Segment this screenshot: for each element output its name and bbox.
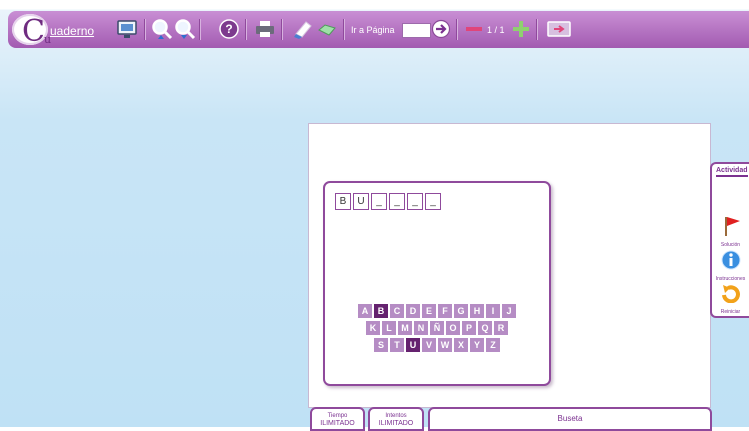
letter-key[interactable]: Z <box>486 338 500 352</box>
letter-key[interactable]: S <box>374 338 388 352</box>
word-cells: B U _ _ _ _ <box>335 193 443 210</box>
page-number-input[interactable] <box>402 23 431 38</box>
restart-arrow-icon <box>721 285 740 304</box>
zoom-in-icon[interactable] <box>151 18 173 40</box>
logo-text[interactable]: uaderno <box>50 24 94 38</box>
svg-text:?: ? <box>225 22 232 36</box>
letter-key[interactable]: I <box>486 304 500 318</box>
activity-panel: Actividad Solución Instrucciones Reinici… <box>710 162 749 318</box>
letter-key[interactable]: X <box>454 338 468 352</box>
keyboard-row: STUVWXYZ <box>325 338 549 352</box>
letter-key[interactable]: V <box>422 338 436 352</box>
info-icon <box>721 250 740 270</box>
full-screen-icon[interactable] <box>546 18 572 40</box>
keyboard-row: KLMNÑOPQR <box>325 321 549 335</box>
cuadernia-logo: Cu <box>12 14 51 49</box>
go-to-page-label: Ir a Página <box>351 25 395 35</box>
letter-key[interactable]: A <box>358 304 372 318</box>
zoom-out-icon[interactable] <box>174 18 196 40</box>
letter-key[interactable]: B <box>374 304 388 318</box>
letter-key[interactable]: C <box>390 304 404 318</box>
letter-keyboard: ABCDEFGHIJ KLMNÑOPQR STUVWXYZ <box>325 304 549 355</box>
letter-key[interactable]: E <box>422 304 436 318</box>
keyboard-row: ABCDEFGHIJ <box>325 304 549 318</box>
letter-key[interactable]: O <box>446 321 460 335</box>
word-cell: U <box>353 193 369 210</box>
letter-key[interactable]: P <box>462 321 476 335</box>
letter-key[interactable]: G <box>454 304 468 318</box>
word-cell: _ <box>425 193 441 210</box>
time-label: Tiempo <box>327 413 348 419</box>
page-count: 1 / 1 <box>487 25 505 35</box>
instructions-label: Instrucciones <box>715 276 746 282</box>
word-cell: _ <box>389 193 405 210</box>
letter-key[interactable]: Q <box>478 321 492 335</box>
plus-icon[interactable] <box>510 18 532 40</box>
solution-button[interactable]: Solución <box>712 216 749 248</box>
time-box: Tiempo ILIMITADO <box>310 407 365 431</box>
letter-key[interactable]: H <box>470 304 484 318</box>
restart-button[interactable]: Reiniciar <box>712 283 749 315</box>
letter-key[interactable]: Ñ <box>430 321 444 335</box>
letter-key[interactable]: M <box>398 321 412 335</box>
letter-key[interactable]: D <box>406 304 420 318</box>
word-cell: _ <box>407 193 423 210</box>
help-icon[interactable]: ? <box>218 18 240 40</box>
hangman-game-box: B U _ _ _ _ ABCDEFGHIJKLMNÑOPQRSTUVWXYZ <box>323 181 551 386</box>
letter-key[interactable]: R <box>494 321 508 335</box>
minus-icon[interactable] <box>463 18 485 40</box>
game-title-box: Buseta <box>428 407 712 431</box>
restart-label: Reiniciar <box>720 309 741 315</box>
letter-key[interactable]: Y <box>470 338 484 352</box>
flag-icon <box>724 217 740 236</box>
word-cell: _ <box>371 193 387 210</box>
solution-label: Solución <box>720 242 741 248</box>
go-arrow-icon[interactable] <box>430 18 452 40</box>
letter-key[interactable]: J <box>502 304 516 318</box>
letter-key[interactable]: F <box>438 304 452 318</box>
check-icon[interactable] <box>316 18 338 40</box>
eraser-icon[interactable] <box>292 18 314 40</box>
letter-key[interactable]: N <box>414 321 428 335</box>
letter-key[interactable]: T <box>390 338 404 352</box>
print-icon[interactable] <box>254 18 276 40</box>
tries-label: Intentos <box>385 413 407 419</box>
tries-box: Intentos ILIMITADO <box>368 407 424 431</box>
activity-title: Actividad <box>716 167 748 177</box>
display-icon[interactable] <box>116 18 138 40</box>
word-cell: B <box>335 193 351 210</box>
letter-key[interactable]: U <box>406 338 420 352</box>
letter-key[interactable]: W <box>438 338 452 352</box>
letter-key[interactable]: L <box>382 321 396 335</box>
instructions-button[interactable]: Instrucciones <box>712 250 749 282</box>
toolbar: Cu uaderno ? Ir a Página 1 / 1 <box>8 11 749 49</box>
letter-key[interactable]: K <box>366 321 380 335</box>
game-title: Buseta <box>557 414 583 423</box>
